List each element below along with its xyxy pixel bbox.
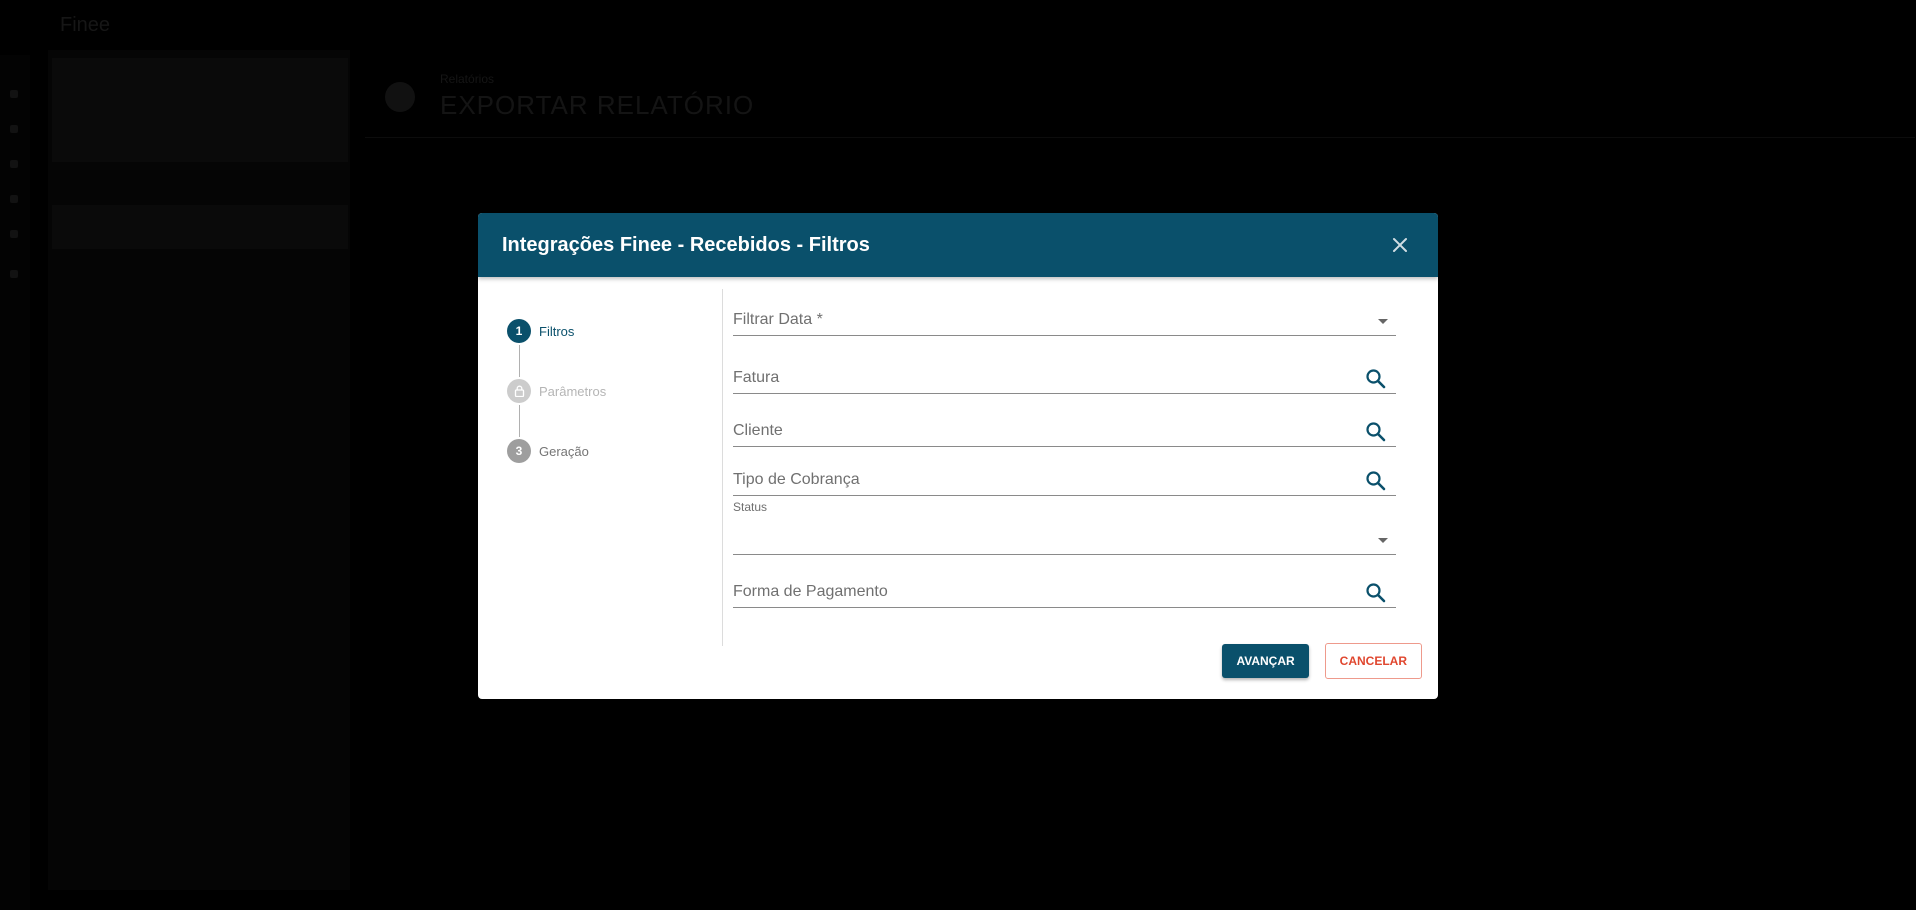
field-label: Forma de Pagamento xyxy=(733,583,888,600)
rail-icon xyxy=(10,230,18,238)
field-label: Filtrar Data * xyxy=(733,311,823,328)
search-icon[interactable] xyxy=(1364,420,1388,444)
forma-pagamento-field[interactable]: Forma de Pagamento xyxy=(733,565,1396,608)
step-filtros[interactable]: 1 Filtros xyxy=(507,319,722,343)
step-number: 1 xyxy=(507,319,531,343)
tipo-cobranca-field[interactable]: Tipo de Cobrança xyxy=(733,453,1396,496)
close-icon xyxy=(1393,238,1407,252)
dialog-title: Integrações Finee - Recebidos - Filtros xyxy=(502,233,870,256)
rail-icon xyxy=(10,90,18,98)
filter-dialog: Integrações Finee - Recebidos - Filtros … xyxy=(478,213,1438,699)
field-label: Fatura xyxy=(733,369,780,386)
background-header-icon xyxy=(385,82,415,112)
rail-icon xyxy=(10,160,18,168)
filter-form: Filtrar Data * Fatura Cliente Tipo de Co… xyxy=(723,277,1438,634)
advance-button[interactable]: AVANÇAR xyxy=(1222,644,1309,678)
status-select[interactable]: Status xyxy=(733,500,1396,555)
background-header-title: EXPORTAR RELATÓRIO xyxy=(440,90,755,120)
dialog-header: Integrações Finee - Recebidos - Filtros xyxy=(478,213,1438,277)
step-label: Filtros xyxy=(539,323,575,339)
field-label: Status xyxy=(733,500,768,514)
chevron-down-icon xyxy=(1378,538,1388,543)
search-icon[interactable] xyxy=(1364,469,1388,493)
background-brand: Finee xyxy=(60,14,111,36)
background-rail xyxy=(0,55,30,910)
search-icon[interactable] xyxy=(1364,581,1388,605)
rail-icon xyxy=(10,125,18,133)
step-number: 3 xyxy=(507,439,531,463)
step-label: Geração xyxy=(539,443,589,459)
search-icon[interactable] xyxy=(1364,367,1388,391)
background-sidebar-section xyxy=(52,205,348,249)
stepper: 1 Filtros Parâmetros 3 Geração xyxy=(478,289,723,646)
background-divider xyxy=(365,137,1915,138)
lock-icon xyxy=(514,385,524,397)
step-number xyxy=(507,379,531,403)
step-label: Parâmetros xyxy=(539,383,607,399)
step-geracao[interactable]: 3 Geração xyxy=(507,439,722,463)
background-header-small: Relatórios xyxy=(440,72,495,86)
field-label: Cliente xyxy=(733,422,783,439)
chevron-down-icon xyxy=(1378,319,1388,324)
step-connector xyxy=(519,345,520,377)
dialog-body: 1 Filtros Parâmetros 3 Geração Filtrar D… xyxy=(478,277,1438,646)
background-sidebar-section xyxy=(52,58,348,162)
background-sidebar xyxy=(48,50,350,890)
fatura-field[interactable]: Fatura xyxy=(733,353,1396,394)
step-parametros[interactable]: Parâmetros xyxy=(507,379,722,403)
filtrar-data-select[interactable]: Filtrar Data * xyxy=(733,299,1396,336)
cliente-field[interactable]: Cliente xyxy=(733,404,1396,447)
field-label: Tipo de Cobrança xyxy=(733,471,860,488)
close-button[interactable] xyxy=(1386,231,1414,259)
rail-icon xyxy=(10,195,18,203)
step-connector xyxy=(519,405,520,437)
rail-icon xyxy=(10,270,18,278)
cancel-button[interactable]: CANCELAR xyxy=(1324,643,1422,679)
